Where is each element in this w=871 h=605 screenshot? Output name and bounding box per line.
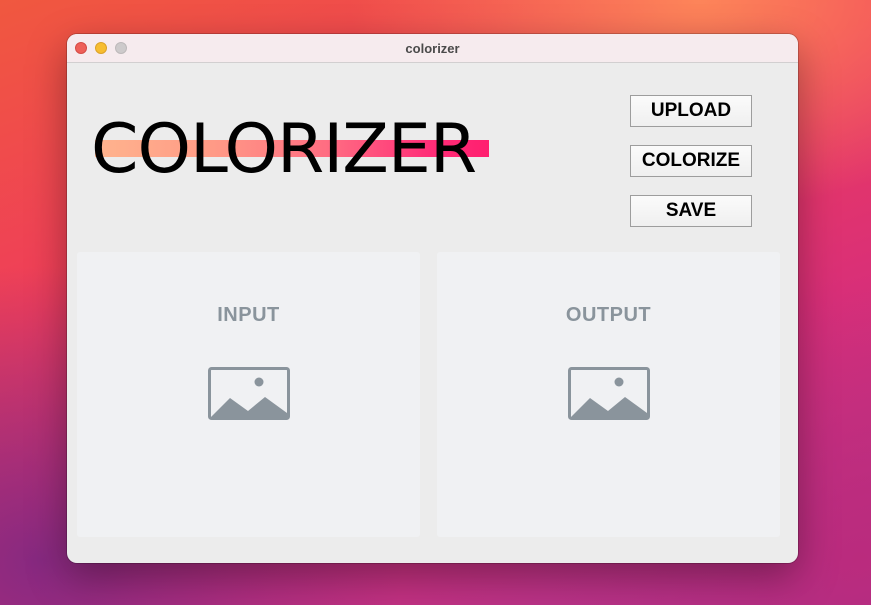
input-panel-label: INPUT xyxy=(217,304,280,326)
title-bar[interactable]: colorizer xyxy=(67,34,798,63)
app-logo: COLORIZER xyxy=(91,110,491,189)
image-placeholder-icon xyxy=(208,367,290,420)
upload-button[interactable]: UPLOAD xyxy=(630,95,752,127)
output-image-panel: OUTPUT xyxy=(437,252,780,537)
logo-text: COLORIZER xyxy=(91,110,477,189)
app-window: colorizer COLORIZER UPLOAD COLORIZE SAVE… xyxy=(67,34,798,563)
window-title: colorizer xyxy=(405,41,460,56)
input-image-panel: INPUT xyxy=(77,252,420,537)
colorize-button[interactable]: COLORIZE xyxy=(630,145,752,177)
desktop-wallpaper: colorizer COLORIZER UPLOAD COLORIZE SAVE… xyxy=(0,0,871,605)
output-panel-label: OUTPUT xyxy=(565,304,652,326)
save-button[interactable]: SAVE xyxy=(630,195,752,227)
image-placeholder-icon xyxy=(568,367,650,420)
